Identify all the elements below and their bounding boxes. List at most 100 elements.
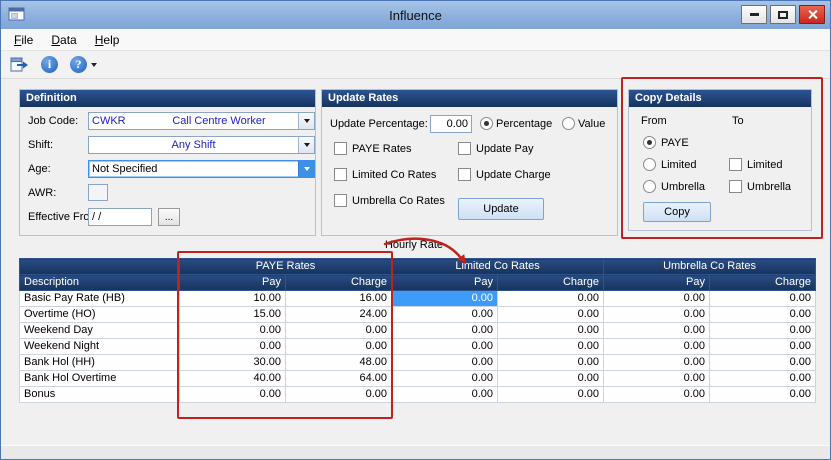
job-code-dropdown-button[interactable]: [298, 113, 314, 129]
pay-column-header: Pay: [179, 274, 286, 291]
rate-cell[interactable]: 0.00: [497, 306, 605, 323]
age-combo[interactable]: Not Specified: [88, 160, 315, 178]
info-button[interactable]: i: [41, 56, 58, 73]
rate-cell[interactable]: 0.00: [497, 290, 605, 307]
selected-rate-cell[interactable]: 0.00: [391, 290, 499, 307]
rate-cell[interactable]: 40.00: [179, 370, 286, 387]
awr-field[interactable]: [88, 184, 108, 201]
rate-cell[interactable]: 0.00: [284, 338, 393, 355]
shift-dropdown-button[interactable]: [298, 137, 314, 153]
row-description[interactable]: Weekend Day: [19, 322, 180, 339]
from-paye-radio[interactable]: [643, 136, 656, 149]
menu-help[interactable]: Help: [86, 30, 129, 50]
value-radio[interactable]: [562, 117, 575, 130]
title-bar[interactable]: Influence: [1, 1, 830, 30]
rate-cell[interactable]: 0.00: [709, 338, 817, 355]
from-umbrella-radio[interactable]: [643, 180, 656, 193]
menu-data[interactable]: Data: [42, 30, 85, 50]
rate-cell[interactable]: 0.00: [603, 338, 711, 355]
chevron-down-icon: [303, 167, 310, 171]
toolbar: i ?: [1, 51, 830, 79]
hourly-rates-table: PAYE Rates Limited Co Rates Umbrella Co …: [19, 258, 817, 403]
close-button[interactable]: [799, 5, 825, 24]
maximize-icon: [778, 10, 788, 19]
rate-cell[interactable]: 0.00: [179, 338, 286, 355]
limited-co-rates-checkbox[interactable]: [334, 168, 347, 181]
rate-cell[interactable]: 24.00: [284, 306, 393, 323]
update-rates-header: Update Rates: [322, 90, 617, 107]
rate-cell[interactable]: 0.00: [391, 354, 499, 371]
table-row: Weekend Night 0.00 0.00 0.00 0.00 0.00 0…: [19, 338, 817, 355]
rate-cell[interactable]: 0.00: [603, 322, 711, 339]
shift-value: Any Shift: [171, 138, 216, 151]
to-umbrella-checkbox[interactable]: [729, 180, 742, 193]
info-icon: i: [41, 56, 58, 73]
job-code-combo[interactable]: CWKR Call Centre Worker: [88, 112, 315, 130]
row-description[interactable]: Basic Pay Rate (HB): [19, 290, 180, 307]
rate-cell[interactable]: 30.00: [179, 354, 286, 371]
definition-header: Definition: [20, 90, 315, 107]
rate-cell[interactable]: 0.00: [603, 290, 711, 307]
rate-cell[interactable]: 64.00: [284, 370, 393, 387]
menu-file[interactable]: File: [5, 30, 42, 50]
rate-cell[interactable]: 0.00: [391, 370, 499, 387]
job-code-value: CWKR: [92, 114, 126, 127]
rate-cell[interactable]: 0.00: [284, 386, 393, 403]
maximize-button[interactable]: [770, 5, 796, 24]
rate-cell[interactable]: 10.00: [179, 290, 286, 307]
rate-cell[interactable]: 0.00: [391, 338, 499, 355]
shift-combo[interactable]: Any Shift: [88, 136, 315, 154]
age-dropdown-button[interactable]: [298, 161, 314, 177]
rate-cell[interactable]: 0.00: [709, 386, 817, 403]
rate-cell[interactable]: 0.00: [391, 322, 499, 339]
row-description[interactable]: Bank Hol (HH): [19, 354, 180, 371]
table-row: Weekend Day 0.00 0.00 0.00 0.00 0.00 0.0…: [19, 322, 817, 339]
rate-cell[interactable]: 0.00: [603, 386, 711, 403]
update-percentage-field[interactable]: 0.00: [430, 115, 472, 133]
rate-cell[interactable]: 0.00: [709, 290, 817, 307]
umbrella-co-rates-checkbox[interactable]: [334, 194, 347, 207]
rate-cell[interactable]: 15.00: [179, 306, 286, 323]
rate-cell[interactable]: 16.00: [284, 290, 393, 307]
rate-cell[interactable]: 0.00: [603, 370, 711, 387]
rate-cell[interactable]: 0.00: [709, 370, 817, 387]
rate-cell[interactable]: 0.00: [284, 322, 393, 339]
copy-button[interactable]: Copy: [643, 202, 711, 222]
rate-cell[interactable]: 0.00: [497, 354, 605, 371]
help-button[interactable]: ?: [70, 56, 97, 73]
update-pay-checkbox[interactable]: [458, 142, 471, 155]
rate-cell[interactable]: 0.00: [179, 322, 286, 339]
from-limited-radio[interactable]: [643, 158, 656, 171]
rate-cell[interactable]: 0.00: [179, 386, 286, 403]
row-description[interactable]: Bank Hol Overtime: [19, 370, 180, 387]
update-button[interactable]: Update: [458, 198, 544, 220]
minimize-button[interactable]: [741, 5, 767, 24]
rate-cell[interactable]: 0.00: [497, 386, 605, 403]
rate-cell[interactable]: 0.00: [603, 354, 711, 371]
rate-cell[interactable]: 0.00: [391, 306, 499, 323]
rate-cell[interactable]: 0.00: [709, 354, 817, 371]
row-description[interactable]: Bonus: [19, 386, 180, 403]
update-charge-checkbox[interactable]: [458, 168, 471, 181]
rate-cell[interactable]: 48.00: [284, 354, 393, 371]
to-limited-checkbox[interactable]: [729, 158, 742, 171]
to-limited-checkbox-label: Limited: [747, 159, 783, 171]
row-description[interactable]: Weekend Night: [19, 338, 180, 355]
rate-cell[interactable]: 0.00: [497, 322, 605, 339]
awr-label: AWR:: [28, 187, 57, 199]
percentage-radio-label: Percentage: [496, 118, 553, 130]
rate-cell[interactable]: 0.00: [497, 370, 605, 387]
exit-button[interactable]: [10, 57, 29, 73]
effective-from-browse-button[interactable]: ...: [158, 208, 180, 226]
effective-from-field[interactable]: / /: [88, 208, 152, 226]
column-header-row: Description Pay Charge Pay Charge Pay Ch…: [19, 274, 817, 291]
rate-cell[interactable]: 0.00: [603, 306, 711, 323]
percentage-radio[interactable]: [480, 117, 493, 130]
rate-cell[interactable]: 0.00: [709, 322, 817, 339]
rate-cell[interactable]: 0.00: [391, 386, 499, 403]
rate-cell[interactable]: 0.00: [709, 306, 817, 323]
rate-cell[interactable]: 0.00: [497, 338, 605, 355]
paye-rates-checkbox[interactable]: [334, 142, 347, 155]
row-description[interactable]: Overtime (HO): [19, 306, 180, 323]
influence-window: Influence File Data Help i ? Definition …: [0, 0, 831, 460]
